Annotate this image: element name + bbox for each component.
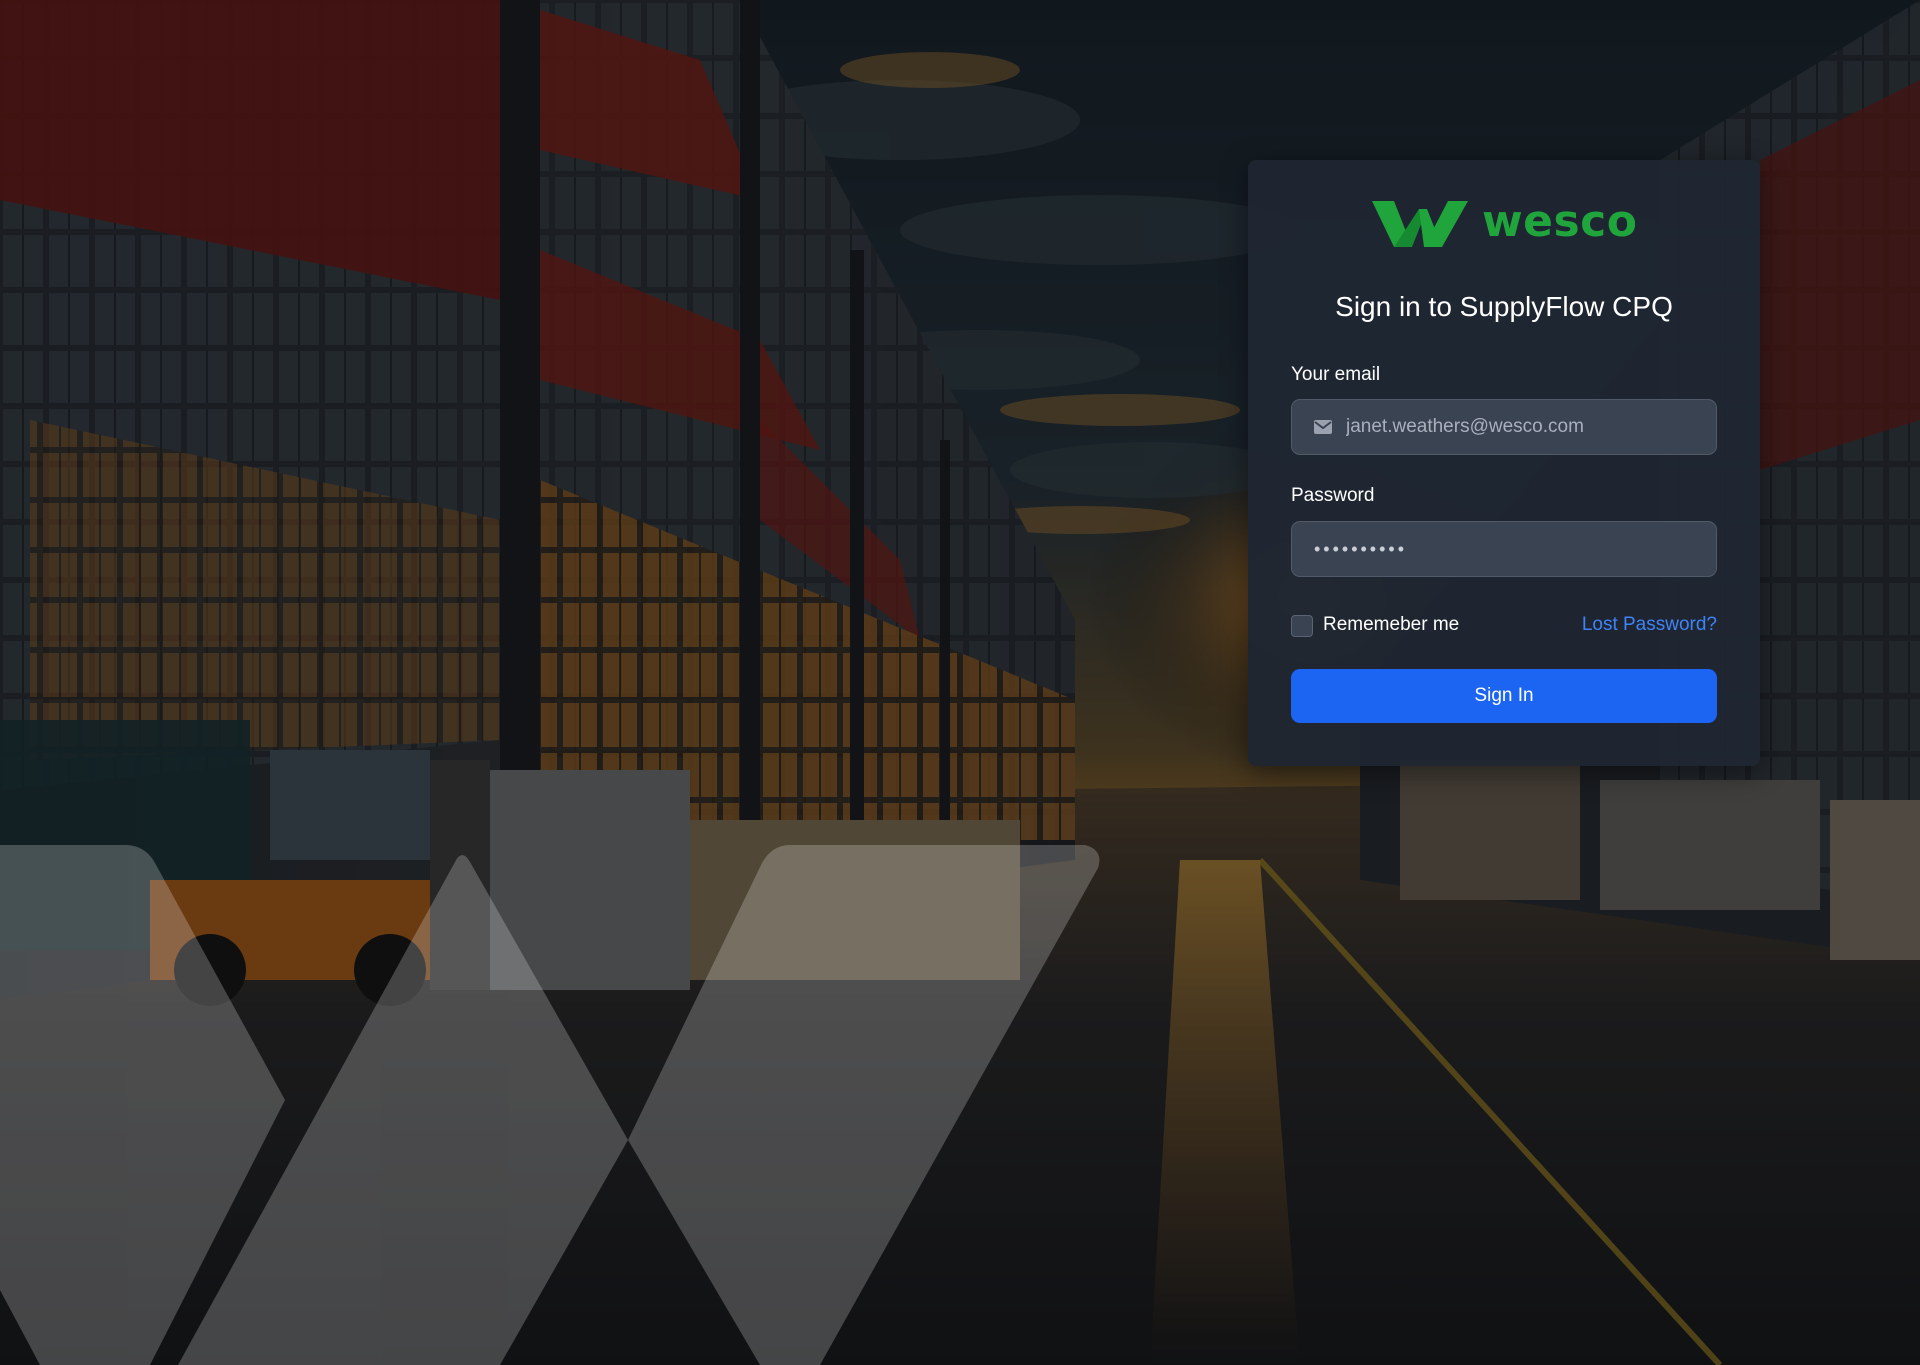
password-label: Password <box>1291 485 1375 506</box>
page-title: Sign in to SupplyFlow CPQ <box>1335 291 1673 322</box>
password-field[interactable] <box>1291 521 1717 577</box>
lost-password-link[interactable]: Lost Password? <box>1582 614 1717 636</box>
remember-me-label[interactable]: Rememeber me <box>1323 614 1459 636</box>
login-page: wesco Sign in to SupplyFlow CPQ Your ema… <box>0 0 1920 1365</box>
remember-me-checkbox[interactable] <box>1291 615 1313 637</box>
sign-in-button[interactable]: Sign In <box>1291 669 1717 723</box>
email-field[interactable] <box>1291 399 1717 455</box>
mail-icon <box>1314 420 1332 434</box>
email-label: Your email <box>1291 364 1381 385</box>
password-input[interactable] <box>1314 522 1702 576</box>
email-input[interactable] <box>1346 400 1702 454</box>
remember-row: Rememeber me Lost Password? <box>1291 612 1717 640</box>
wesco-logo: wesco <box>1372 200 1638 248</box>
brand-name: wesco <box>1482 196 1638 247</box>
sign-in-card: wesco Sign in to SupplyFlow CPQ Your ema… <box>1248 160 1760 766</box>
wesco-w-mark-icon <box>1372 201 1468 247</box>
